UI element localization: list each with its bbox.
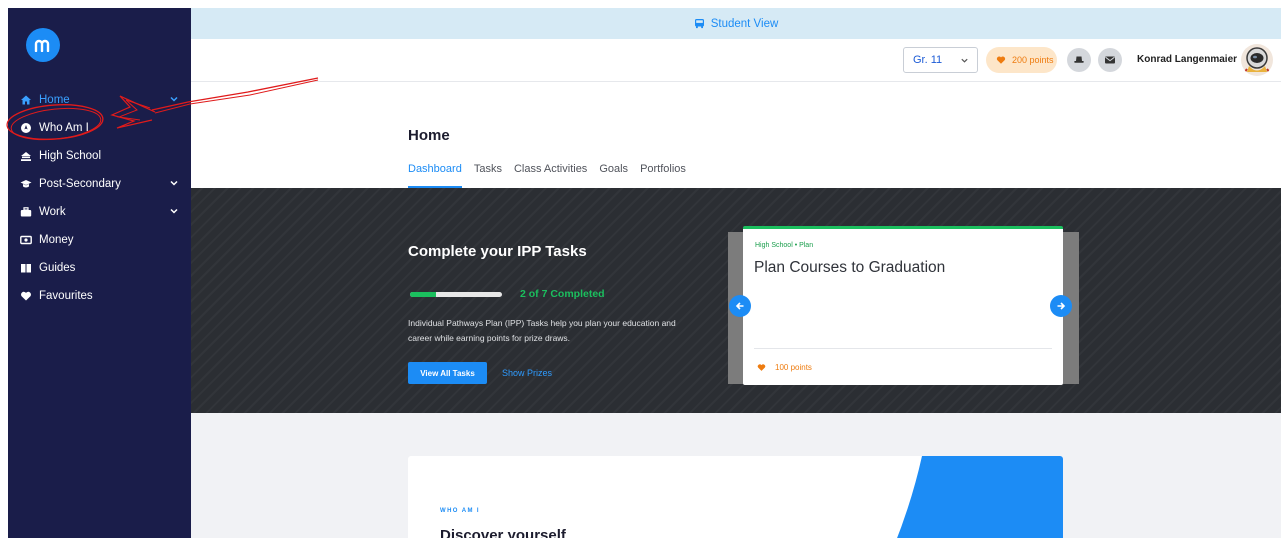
book-icon [20, 262, 32, 274]
mail-icon [1105, 56, 1115, 64]
carousel-next-button[interactable] [1050, 295, 1072, 317]
who-card-eyebrow: WHO AM I [440, 508, 480, 514]
school-icon [20, 150, 32, 162]
window-edge [0, 0, 8, 538]
tab-dashboard[interactable]: Dashboard [408, 163, 462, 188]
bus-icon [694, 18, 705, 29]
page-title: Home [408, 127, 450, 144]
tab-goals[interactable]: Goals [599, 163, 628, 188]
sidebar-item-label: Work [39, 206, 66, 218]
sidebar-item-work[interactable]: Work [8, 198, 191, 226]
sidebar-item-label: Who Am I [39, 122, 89, 134]
student-view-label: Student View [710, 17, 779, 30]
sidebar-item-guides[interactable]: Guides [8, 254, 191, 282]
sidebar-item-high-school[interactable]: High School [8, 142, 191, 170]
home-icon [20, 94, 32, 106]
sidebar-item-favourites[interactable]: Favourites [8, 282, 191, 310]
avatar-astronaut-icon [1243, 47, 1271, 74]
sidebar-item-post-secondary[interactable]: Post-Secondary [8, 170, 191, 198]
graduation-cap-icon [20, 178, 32, 190]
sidebar-item-label: Favourites [39, 290, 93, 302]
ipp-progress-bar [410, 292, 502, 297]
sidebar-item-label: Post-Secondary [39, 178, 121, 190]
sidebar-item-label: Home [39, 94, 70, 106]
progress-text: 2 of 7 Completed [520, 288, 605, 300]
view-all-tasks-button[interactable]: View All Tasks [408, 362, 487, 384]
sidebar-item-who-am-i[interactable]: Who Am I [8, 114, 191, 142]
money-icon [20, 234, 32, 246]
student-view-bar[interactable]: Student View [191, 8, 1281, 39]
sidebar-item-label: High School [39, 150, 102, 162]
sidebar-nav: Home Who Am I High School Post-Secondary [8, 86, 191, 310]
show-prizes-link[interactable]: Show Prizes [502, 368, 552, 378]
who-am-i-card[interactable]: WHO AM I Discover yourself [408, 456, 1063, 538]
logo-icon [34, 39, 50, 52]
messages-button[interactable] [1098, 48, 1122, 72]
chevron-down-icon[interactable] [169, 206, 179, 216]
grade-select[interactable]: Gr. 11 [903, 47, 978, 73]
who-card-heading: Discover yourself [440, 527, 566, 538]
points-badge[interactable]: 200 points [986, 47, 1057, 73]
avatar[interactable] [1241, 44, 1273, 76]
sidebar-item-home[interactable]: Home [8, 86, 191, 114]
card-divider [754, 348, 1052, 349]
user-name[interactable]: Konrad Langenmaier [1137, 54, 1237, 65]
sidebar: Home Who Am I High School Post-Secondary [8, 8, 191, 538]
compass-icon [20, 122, 32, 134]
arrow-left-icon [735, 302, 744, 310]
tab-class-activities[interactable]: Class Activities [514, 163, 587, 188]
hat-icon [1074, 56, 1084, 63]
app-logo[interactable] [26, 28, 60, 62]
card-category: High School • Plan [755, 242, 814, 249]
sidebar-item-money[interactable]: Money [8, 226, 191, 254]
heart-icon [20, 290, 32, 302]
chevron-down-icon[interactable] [169, 94, 179, 104]
arrow-right-icon [1057, 302, 1066, 310]
hat-button[interactable] [1067, 48, 1091, 72]
heart-icon [996, 55, 1006, 65]
chevron-down-icon [961, 58, 968, 63]
tab-portfolios[interactable]: Portfolios [640, 163, 686, 188]
page-tabs: Dashboard Tasks Class Activities Goals P… [408, 163, 698, 188]
briefcase-icon [20, 206, 32, 218]
ipp-progress-fill [410, 292, 437, 297]
who-card-illustration [897, 456, 1063, 538]
points-value: 200 points [1012, 55, 1054, 65]
carousel-prev-button[interactable] [729, 295, 751, 317]
banner-description: Individual Pathways Plan (IPP) Tasks hel… [408, 318, 676, 343]
chevron-down-icon[interactable] [169, 178, 179, 188]
sidebar-item-label: Guides [39, 262, 76, 274]
sidebar-item-label: Money [39, 234, 74, 246]
banner-title: Complete your IPP Tasks [408, 243, 587, 260]
card-points: 100 points [757, 363, 812, 372]
card-points-value: 100 points [775, 363, 812, 372]
tab-tasks[interactable]: Tasks [474, 163, 502, 188]
ipp-tasks-banner: Complete your IPP Tasks 2 of 7 Completed… [191, 188, 1281, 413]
heart-icon [757, 363, 766, 372]
task-card[interactable]: High School • Plan Plan Courses to Gradu… [743, 226, 1063, 385]
card-title: Plan Courses to Graduation [754, 259, 946, 276]
app-header: Gr. 11 200 points Konrad Langenmaier [191, 39, 1281, 82]
grade-value: Gr. 11 [913, 54, 943, 66]
